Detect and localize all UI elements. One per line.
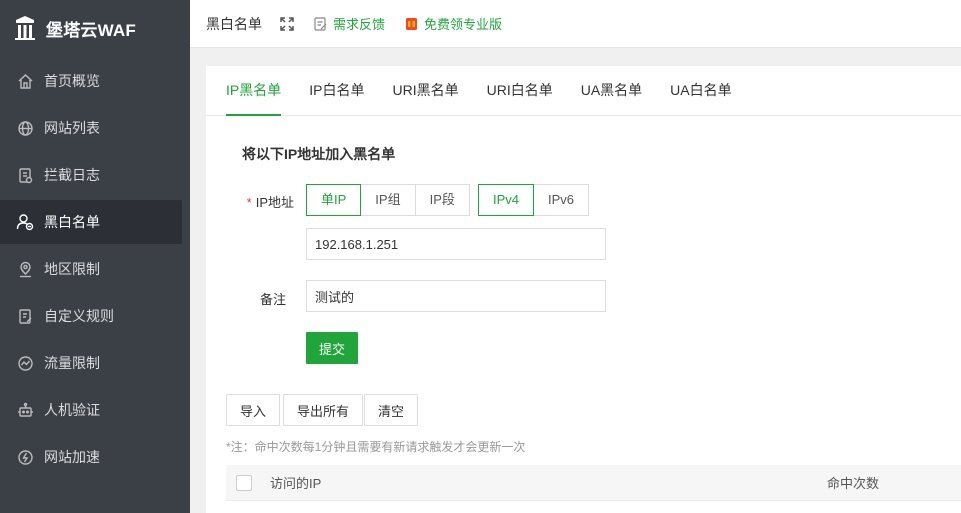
sidebar-item-label: 黑白名单 <box>44 214 100 230</box>
ip-type-range[interactable]: IP段 <box>414 184 470 216</box>
logo-icon <box>15 16 35 40</box>
ip-type-single[interactable]: 单IP <box>306 184 362 216</box>
log-icon <box>16 166 34 184</box>
ip-version-v6[interactable]: IPv6 <box>533 184 590 216</box>
ip-type-group: 单IP IP组 IP段 <box>306 184 470 216</box>
tab-ip-blacklist[interactable]: IP黑名单 <box>226 65 282 116</box>
tab-ua-whitelist[interactable]: UA白名单 <box>670 65 731 115</box>
page-title: 黑白名单 <box>206 15 262 32</box>
clear-button[interactable]: 清空 <box>364 394 419 426</box>
sidebar-item-acceleration[interactable]: 网站加速 <box>0 435 182 479</box>
column-header-hits: 命中次数 <box>827 476 880 491</box>
location-icon <box>16 260 34 278</box>
feedback-label: 需求反馈 <box>333 17 386 32</box>
tab-bar: IP黑名单 IP白名单 URI黑名单 URI白名单 UA黑名单 UA白名单 <box>206 66 961 116</box>
sidebar-item-label: 拦截日志 <box>44 167 100 183</box>
sidebar-item-custom-rules[interactable]: 自定义规则 <box>0 294 182 338</box>
tab-ua-blacklist[interactable]: UA黑名单 <box>581 65 642 115</box>
app-name: 堡塔云WAF <box>46 20 136 40</box>
form-title: 将以下IP地址加入黑名单 <box>242 146 396 162</box>
submit-button[interactable]: 提交 <box>306 332 358 364</box>
export-all-button[interactable]: 导出所有 <box>283 394 364 426</box>
sidebar-item-label: 网站加速 <box>44 449 100 465</box>
table-header: 访问的IP 命中次数 <box>226 465 961 501</box>
tab-ip-whitelist[interactable]: IP白名单 <box>309 65 364 115</box>
ip-address-label: * IP地址 <box>246 195 294 210</box>
ip-version-group: IPv4 IPv6 <box>478 184 590 216</box>
ip-version-v4[interactable]: IPv4 <box>478 184 535 216</box>
robot-icon <box>16 401 34 419</box>
required-mark: * <box>246 195 252 210</box>
main-panel: IP黑名单 IP白名单 URI黑名单 URI白名单 UA黑名单 UA白名单 将以… <box>206 66 961 513</box>
select-all-checkbox[interactable] <box>236 474 252 491</box>
speed-icon <box>16 448 34 466</box>
ip-type-group-option[interactable]: IP组 <box>360 184 416 216</box>
sidebar-item-traffic[interactable]: 流量限制 <box>0 341 182 385</box>
sidebar-item-region[interactable]: 地区限制 <box>0 247 182 291</box>
rule-icon <box>16 307 34 325</box>
feedback-link[interactable]: 需求反馈 <box>314 14 385 33</box>
ip-address-input[interactable] <box>306 228 606 260</box>
free-pro-label: 免费领专业版 <box>424 17 503 32</box>
sidebar-item-blackwhitelist[interactable]: 黑白名单 <box>0 200 182 244</box>
fullscreen-icon[interactable] <box>280 16 294 31</box>
column-header-ip: 访问的IP <box>270 476 322 491</box>
hit-count-note: *注：命中次数每1分钟且需要有新请求触发才会更新一次 <box>226 440 526 454</box>
remark-label: 备注 <box>259 292 286 307</box>
sidebar-item-sites[interactable]: 网站列表 <box>0 106 182 150</box>
topbar: 黑白名单 需求反馈 免费领专业版 <box>190 0 961 48</box>
sidebar: 堡塔云WAF 首页概览 网站列表 拦截日志 黑白名单 地区限制 自定义规则 流量… <box>0 0 190 513</box>
home-icon <box>16 72 34 90</box>
edit-icon <box>314 16 327 31</box>
sidebar-item-label: 人机验证 <box>44 402 100 418</box>
sidebar-item-label: 地区限制 <box>44 261 100 277</box>
import-button[interactable]: 导入 <box>226 394 281 426</box>
sidebar-item-label: 首页概览 <box>44 73 100 89</box>
sidebar-item-label: 自定义规则 <box>44 308 114 324</box>
sidebar-item-captcha[interactable]: 人机验证 <box>0 388 182 432</box>
sidebar-item-home[interactable]: 首页概览 <box>0 59 182 103</box>
globe-icon <box>16 119 34 137</box>
remark-input[interactable] <box>306 280 606 312</box>
sidebar-item-logs[interactable]: 拦截日志 <box>0 153 182 197</box>
sidebar-item-label: 网站列表 <box>44 120 100 136</box>
sidebar-item-label: 流量限制 <box>44 355 100 371</box>
traffic-icon <box>16 354 34 372</box>
user-list-icon <box>16 213 34 231</box>
gift-icon <box>405 17 418 31</box>
tab-uri-whitelist[interactable]: URI白名单 <box>487 65 553 115</box>
tab-uri-blacklist[interactable]: URI黑名单 <box>392 65 458 115</box>
free-pro-link[interactable]: 免费领专业版 <box>405 14 502 33</box>
brand[interactable]: 堡塔云WAF <box>0 0 190 56</box>
